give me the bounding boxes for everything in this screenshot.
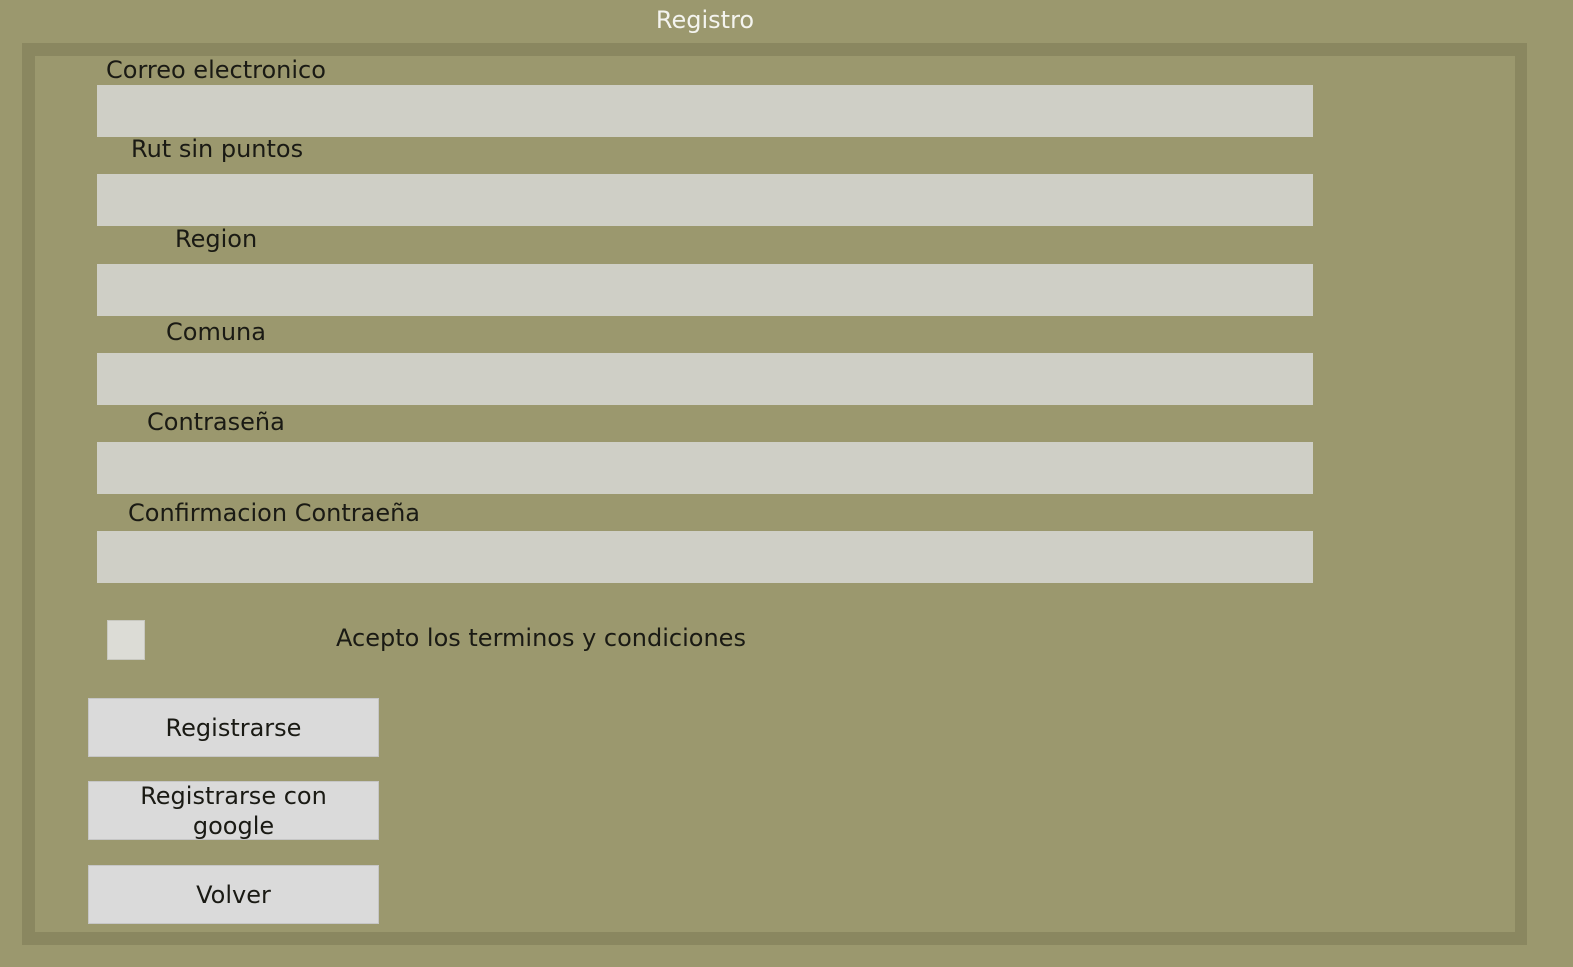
register-google-button[interactable]: Registrarse con google bbox=[88, 781, 379, 840]
password-label: Contraseña bbox=[147, 408, 285, 436]
comuna-field[interactable] bbox=[97, 353, 1313, 405]
terms-checkbox[interactable] bbox=[107, 620, 145, 660]
confirm-password-field[interactable] bbox=[97, 531, 1313, 583]
region-field[interactable] bbox=[97, 264, 1313, 316]
region-label: Region bbox=[175, 225, 258, 253]
email-field[interactable] bbox=[97, 85, 1313, 137]
rut-label: Rut sin puntos bbox=[131, 135, 304, 163]
confirm-password-label: Confirmacion Contraeña bbox=[128, 499, 421, 527]
password-field[interactable] bbox=[97, 442, 1313, 494]
page-title: Registro bbox=[655, 6, 755, 34]
register-button[interactable]: Registrarse bbox=[88, 698, 379, 757]
terms-label: Acepto los terminos y condiciones bbox=[336, 624, 746, 652]
comuna-label: Comuna bbox=[166, 318, 266, 346]
rut-field[interactable] bbox=[97, 174, 1313, 226]
back-button[interactable]: Volver bbox=[88, 865, 379, 924]
email-label: Correo electronico bbox=[106, 56, 326, 84]
